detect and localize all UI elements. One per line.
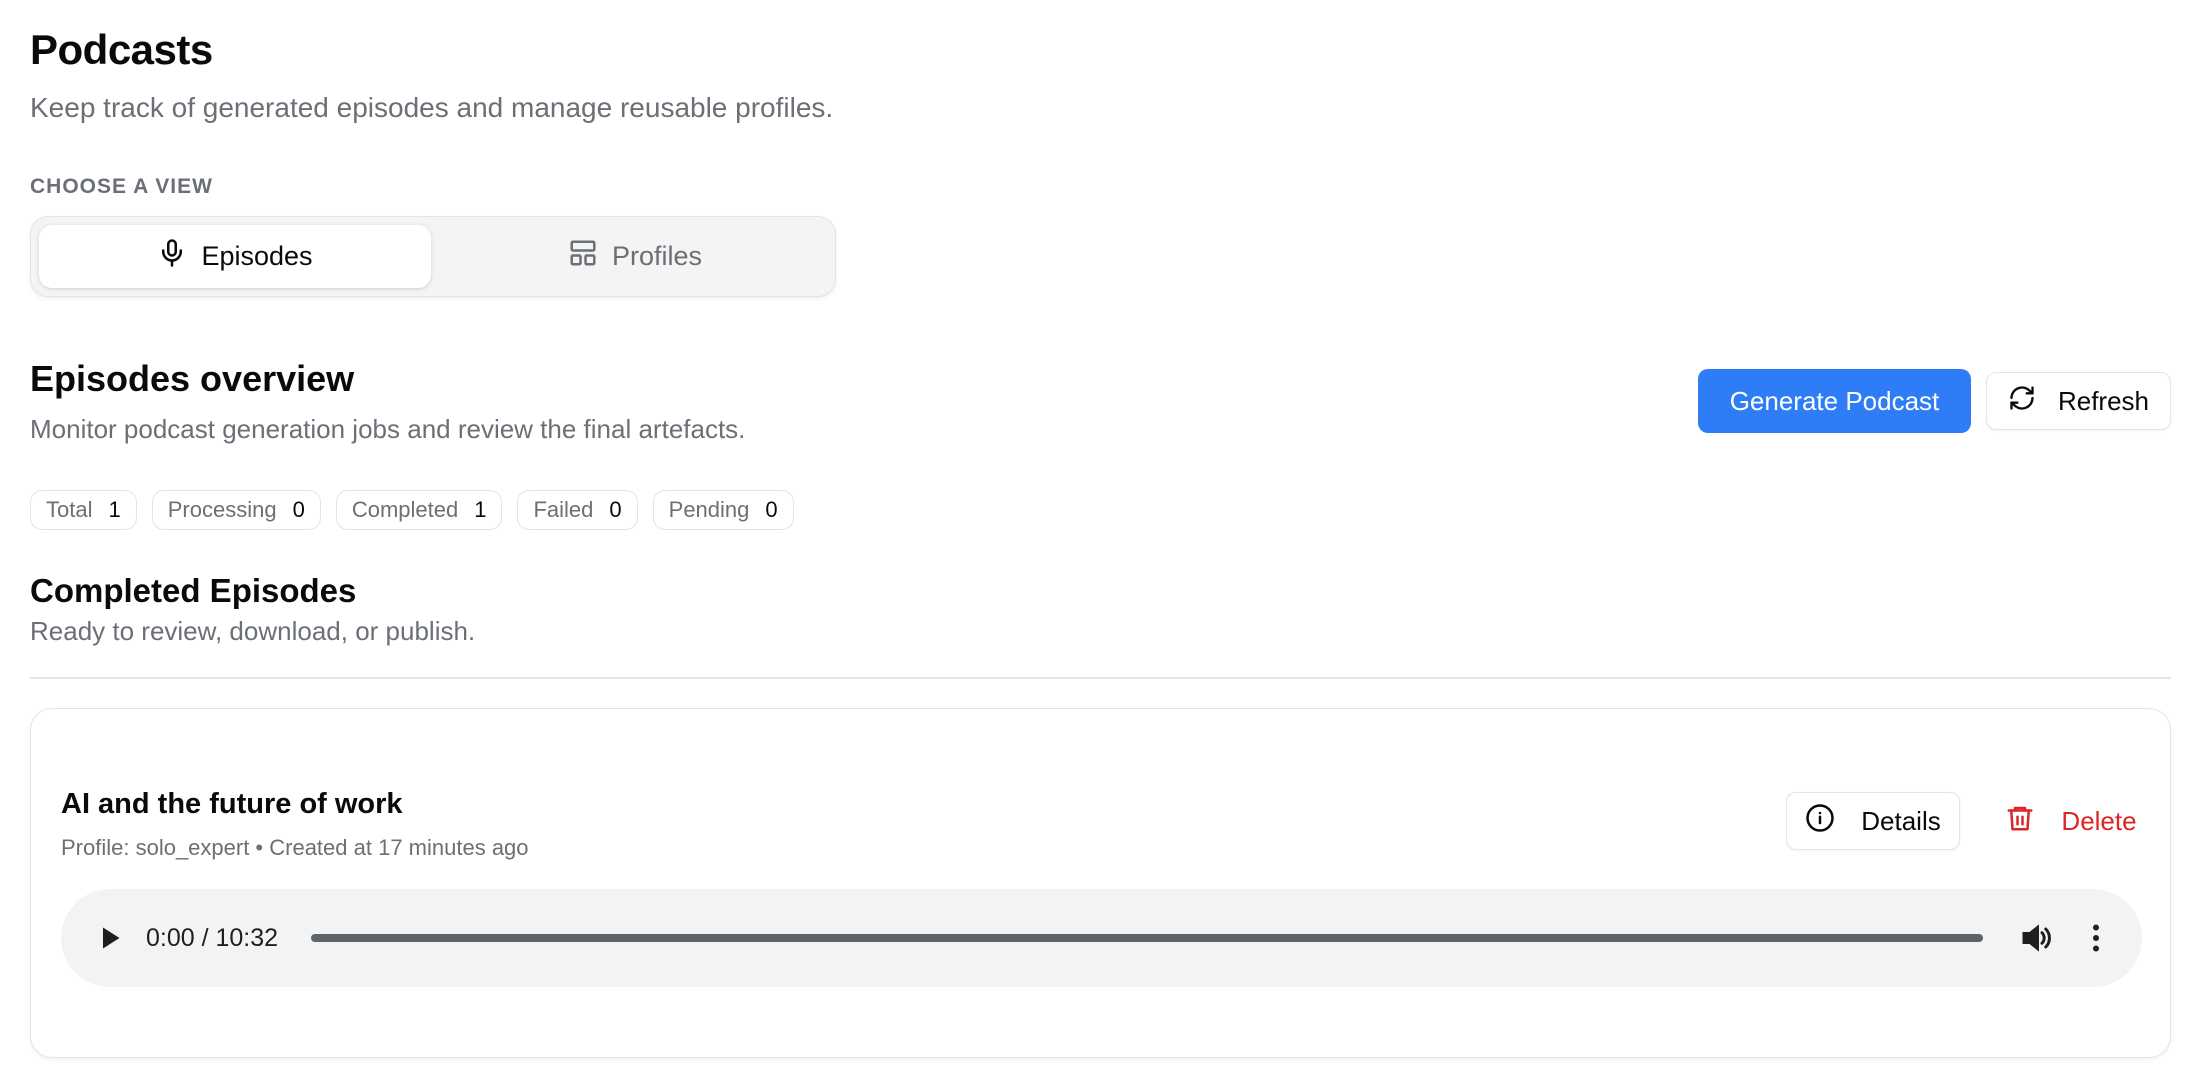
completed-episodes-subtitle: Ready to review, download, or publish.: [30, 616, 476, 646]
stat-label: Completed: [351, 497, 459, 522]
completed-episodes-title: Completed Episodes: [30, 572, 357, 609]
trash-icon: [2005, 803, 2035, 840]
podcasts-page: Podcasts Keep track of generated episode…: [0, 0, 2200, 1088]
stat-value: 1: [474, 497, 487, 522]
stat-label: Total: [46, 497, 93, 522]
delete-label: Delete: [2061, 805, 2137, 836]
stat-label: Failed: [533, 497, 594, 522]
stat-label: Processing: [167, 497, 277, 522]
page-subtitle: Keep track of generated episodes and man…: [30, 92, 834, 123]
tab-episodes-label: Episodes: [201, 241, 313, 271]
refresh-label: Refresh: [2057, 385, 2150, 416]
generate-podcast-button[interactable]: Generate Podcast: [1698, 369, 1971, 433]
volume-icon[interactable]: [2018, 920, 2054, 956]
info-icon: [1805, 803, 1835, 840]
episode-stats: Total 1 Processing 0 Completed 1 Failed …: [30, 490, 794, 530]
more-options-icon[interactable]: [2078, 920, 2114, 956]
overview-subtitle: Monitor podcast generation jobs and revi…: [30, 414, 746, 444]
details-label: Details: [1861, 805, 1941, 836]
seek-bar[interactable]: [311, 934, 1983, 942]
stat-value: 1: [108, 497, 121, 522]
playback-time: 0:00 / 10:32: [146, 924, 279, 952]
delete-button[interactable]: Delete: [1991, 792, 2151, 850]
tab-profiles[interactable]: Profiles: [439, 225, 831, 288]
stat-completed: Completed 1: [335, 490, 503, 530]
stat-total: Total 1: [30, 490, 137, 530]
layout-icon: [568, 238, 598, 275]
section-divider: [30, 677, 2171, 679]
stat-failed: Failed 0: [517, 490, 638, 530]
play-icon[interactable]: [91, 920, 127, 956]
view-selector-label: CHOOSE A VIEW: [30, 175, 213, 198]
stat-value: 0: [765, 497, 778, 522]
stat-label: Pending: [668, 497, 750, 522]
episode-meta: Profile: solo_expert • Created at 17 min…: [61, 835, 529, 860]
refresh-button[interactable]: Refresh: [1986, 372, 2171, 430]
stat-value: 0: [609, 497, 622, 522]
refresh-icon: [2008, 384, 2036, 419]
microphone-icon: [157, 238, 187, 275]
stat-processing: Processing 0: [151, 490, 321, 530]
view-switcher: Episodes Profiles: [30, 216, 836, 297]
episode-title: AI and the future of work: [61, 788, 403, 820]
tab-episodes[interactable]: Episodes: [39, 225, 431, 288]
page-title: Podcasts: [30, 26, 213, 73]
tab-profiles-label: Profiles: [611, 241, 703, 271]
episode-card: AI and the future of work Profile: solo_…: [30, 708, 2171, 1058]
audio-player: 0:00 / 10:32: [61, 889, 2142, 987]
stat-pending: Pending 0: [652, 490, 794, 530]
details-button[interactable]: Details: [1786, 792, 1960, 850]
overview-title: Episodes overview: [30, 358, 355, 399]
stat-value: 0: [292, 497, 305, 522]
